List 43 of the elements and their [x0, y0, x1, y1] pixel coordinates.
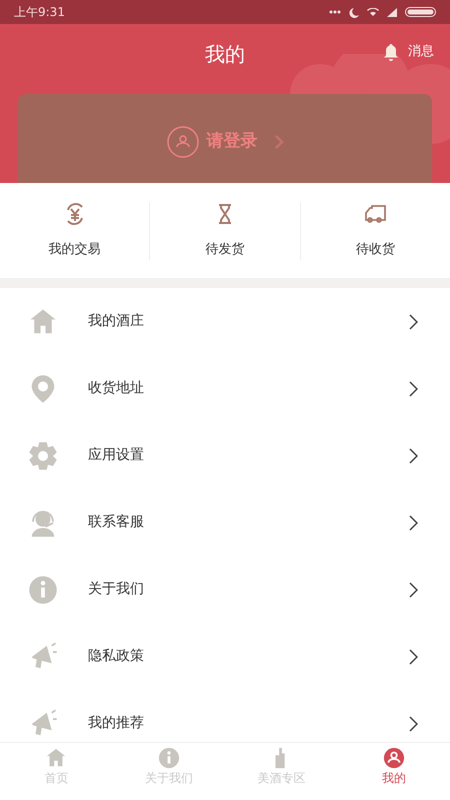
house-icon [45, 747, 68, 769]
chevron-icon [409, 514, 418, 530]
chevron-icon [409, 648, 418, 664]
menu-label: 隐私政策 [88, 647, 145, 666]
settings-icon [28, 440, 58, 470]
tab[interactable]: 我的 [338, 743, 450, 800]
chevron-icon [409, 582, 418, 598]
menu-label: 联系客服 [88, 513, 145, 532]
chevron-icon [409, 314, 418, 330]
battery-icon [405, 7, 436, 17]
signal-icon [387, 8, 397, 16]
chevron-icon [409, 716, 418, 732]
moon-icon [349, 6, 359, 18]
menu-item[interactable]: 收货地址 [0, 355, 450, 422]
menu-label: 关于我们 [88, 580, 145, 599]
menu-item[interactable]: 应用设置 [0, 422, 450, 489]
menu-item[interactable]: 隐私政策 [0, 623, 450, 690]
quick-action-label[interactable]: 待收货 [356, 240, 395, 260]
bell-icon[interactable] [382, 42, 400, 61]
status-time: 上午9:31 [14, 4, 65, 21]
menu-label: 收货地址 [88, 379, 145, 398]
quick-action-label[interactable]: 待发货 [205, 240, 244, 260]
chevron-icon [409, 380, 418, 396]
menu-label: 应用设置 [88, 446, 145, 465]
messages-link[interactable]: 消息 [408, 42, 434, 62]
page-title: 我的 [205, 41, 245, 68]
wifi-icon [367, 8, 379, 16]
menu-item[interactable]: 联系客服 [0, 489, 450, 556]
info-icon [158, 747, 180, 769]
more-dots-icon [329, 10, 341, 14]
user-icon [166, 126, 198, 158]
menu-item[interactable]: 我的酒庄 [0, 288, 450, 355]
user-icon [382, 747, 405, 769]
chevron-icon [409, 448, 418, 464]
house-icon [28, 306, 58, 336]
menu-label: 我的推荐 [88, 714, 145, 733]
menu-item[interactable]: 我的推荐 [0, 690, 450, 742]
info-icon [28, 574, 58, 604]
menu-label: 我的酒庄 [88, 312, 145, 331]
menu-item[interactable]: 关于我们 [0, 556, 450, 623]
chevron-icon [274, 134, 284, 150]
quick-action-label[interactable]: 我的交易 [48, 240, 101, 260]
login-label: 请登录 [206, 130, 258, 154]
